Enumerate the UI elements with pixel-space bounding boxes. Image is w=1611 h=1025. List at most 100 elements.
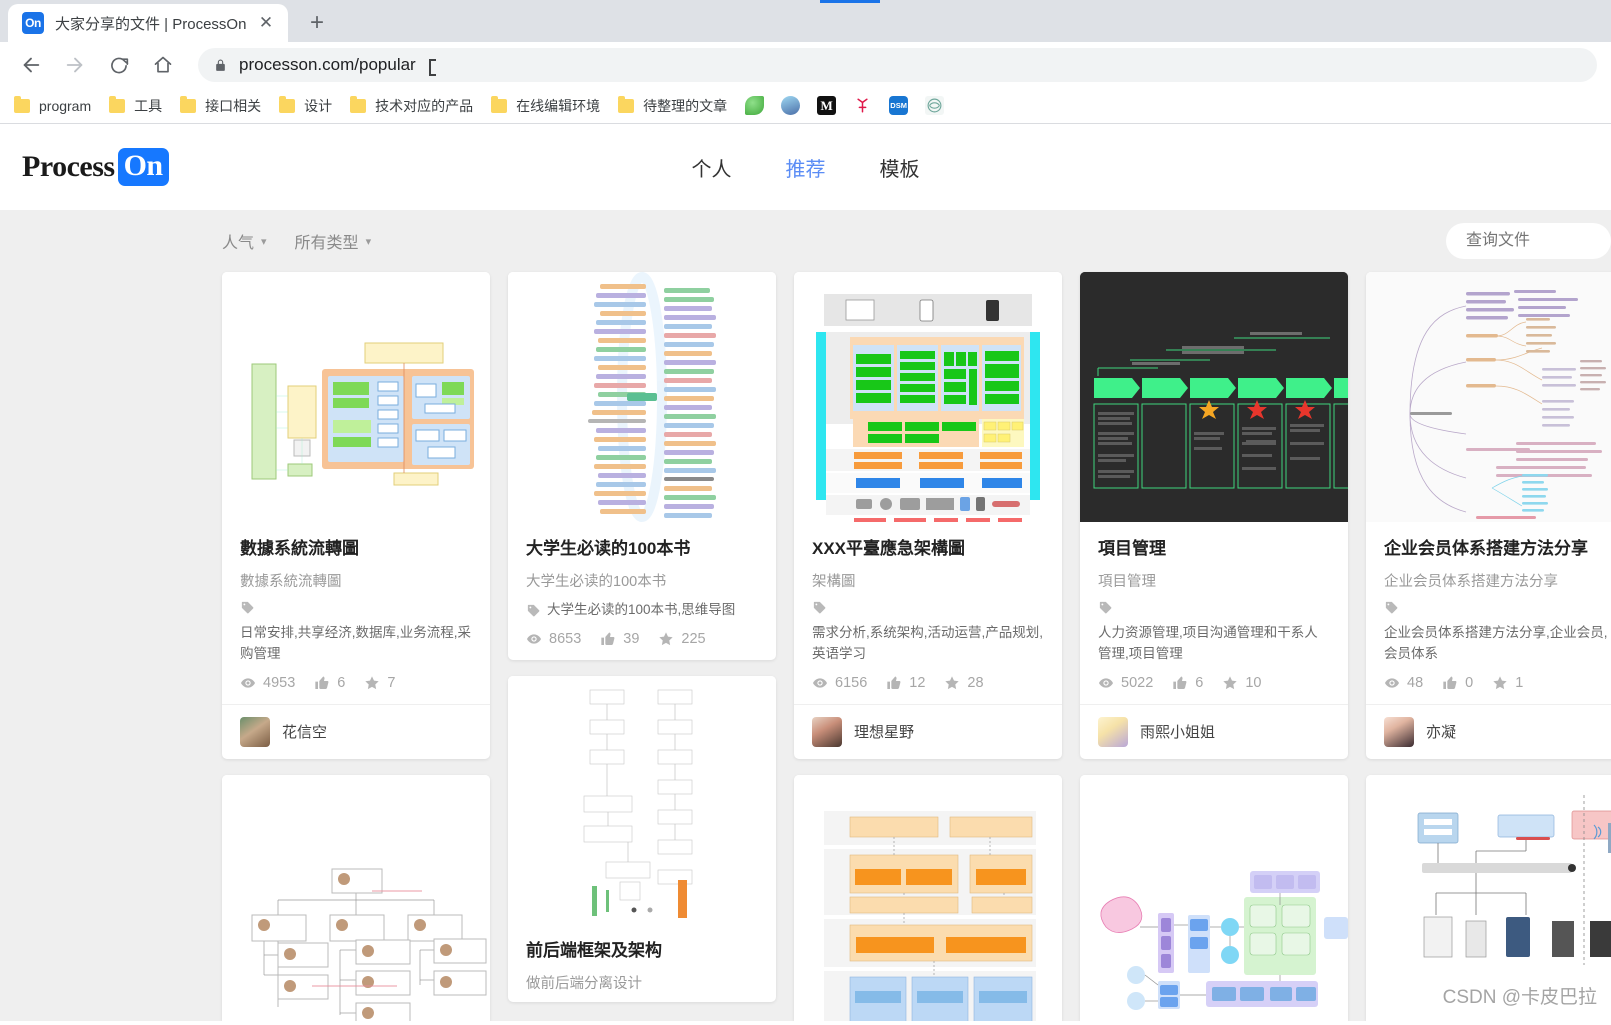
card-footer: 花信空	[222, 703, 490, 759]
file-card[interactable]: 大学生必读的100本书 大学生必读的100本书 大学生必读的100本书,思维导图	[508, 272, 776, 660]
card-stats: 5022 6 10	[1098, 675, 1330, 704]
card-thumbnail	[222, 272, 490, 522]
bookmark-item[interactable]: 设计	[279, 95, 332, 116]
card-title: 數據系統流轉圖	[240, 539, 359, 558]
card-author[interactable]: 雨熙小姐姐	[1140, 721, 1215, 742]
stat-stars: 225	[658, 631, 706, 647]
stars-count: 10	[1245, 674, 1262, 691]
card-author[interactable]: 亦凝	[1426, 721, 1456, 742]
grid-column: 數據系統流轉圖 數據系統流轉圖 日常安排,共享经济,数据库,业务流程,采购管理 …	[222, 272, 490, 1021]
stat-views: 8653	[526, 631, 581, 647]
reload-icon[interactable]	[102, 48, 136, 82]
close-icon[interactable]: ✕	[254, 11, 278, 35]
card-footer: 理想星野	[794, 703, 1062, 759]
avatar	[1098, 716, 1128, 747]
file-card[interactable]: XXX平臺應急架構圖 架構圖 需求分析,系统架构,活动运营,产品规划,英语学习 …	[794, 272, 1062, 759]
card-author[interactable]: 理想星野	[854, 721, 914, 742]
likes-count: 6	[337, 674, 346, 691]
file-card[interactable]	[1366, 774, 1611, 1021]
file-card[interactable]: 項目管理 項目管理 人力资源管理,项目沟通管理和干系人管理,项目管理 5022	[1080, 272, 1348, 759]
card-stats: 8653 39 225	[526, 631, 758, 660]
file-card[interactable]: 企业会员体系搭建方法分享 企业会员体系搭建方法分享 企业会员体系搭建方法分享,企…	[1366, 272, 1611, 759]
card-thumbnail	[222, 774, 490, 1021]
stat-likes: 39	[600, 631, 639, 647]
leaf-icon[interactable]	[745, 96, 765, 115]
card-body: XXX平臺應急架構圖 架構圖 需求分析,系统架构,活动运营,产品规划,英语学习 …	[794, 522, 1062, 704]
filter-popularity[interactable]: 人气 ▾	[222, 229, 267, 253]
card-footer: 雨熙小姐姐	[1080, 703, 1348, 759]
bookmark-label: 工具	[134, 97, 163, 114]
thumbs-up-icon	[1173, 676, 1187, 689]
nav-item-template[interactable]: 模板	[880, 153, 920, 182]
file-card[interactable]	[1080, 774, 1348, 1021]
folder-icon	[618, 95, 635, 113]
chevron-down-icon: ▾	[365, 235, 372, 248]
card-body: 大学生必读的100本书 大学生必读的100本书 大学生必读的100本书,思维导图	[508, 522, 776, 660]
card-tags-text: 人力资源管理,项目沟通管理和干系人管理,项目管理	[1098, 625, 1318, 661]
processon-favicon: On	[22, 12, 44, 34]
forward-arrow-icon[interactable]	[58, 48, 92, 82]
stat-stars: 28	[944, 674, 984, 691]
search-box[interactable]	[1446, 223, 1611, 259]
address-bar[interactable]: processon.com/popular	[198, 48, 1597, 82]
browser-toolbar: processon.com/popular	[0, 42, 1611, 88]
avatar	[812, 716, 842, 747]
card-thumbnail	[794, 774, 1062, 1021]
stat-views: 5022	[1098, 675, 1153, 691]
card-author[interactable]: 花信空	[282, 721, 327, 742]
folder-icon	[14, 95, 30, 113]
antenna-icon[interactable]	[853, 96, 873, 115]
back-arrow-icon[interactable]	[14, 48, 48, 82]
dsm-icon[interactable]: DSM	[889, 96, 909, 115]
card-stats: 6156 12 28	[812, 675, 1044, 704]
processon-logo[interactable]: Process On	[22, 148, 169, 186]
bookmarks-bar: program 工具 接口相关 设计 技术对应的产品 在线编辑环境 待整理的文章…	[0, 88, 1611, 124]
card-thumbnail	[1366, 272, 1611, 522]
file-card[interactable]: 數據系統流轉圖 數據系統流轉圖 日常安排,共享经济,数据库,业务流程,采购管理 …	[222, 272, 490, 759]
bookmark-item[interactable]: 待整理的文章	[618, 95, 727, 116]
views-count: 6156	[835, 674, 868, 691]
card-title: 前后端框架及架构	[526, 940, 662, 960]
nav-item-recommend[interactable]: 推荐	[786, 153, 826, 182]
likes-count: 39	[623, 630, 640, 647]
eye-icon	[813, 678, 827, 688]
card-body: 數據系統流轉圖 數據系統流轉圖 日常安排,共享经济,数据库,业务流程,采购管理 …	[222, 522, 490, 704]
home-icon[interactable]	[146, 48, 180, 82]
bookmark-item[interactable]: 在线编辑环境	[491, 95, 600, 116]
tag-icon	[1384, 600, 1611, 615]
card-tags: 大学生必读的100本书,思维导图	[526, 600, 758, 621]
bookmark-item[interactable]: program	[14, 95, 92, 114]
card-thumbnail	[794, 272, 1062, 522]
filter-bar: 人气 ▾ 所有类型 ▾	[0, 210, 1611, 272]
chatgpt-icon[interactable]	[925, 96, 945, 115]
filter-popularity-label: 人气	[222, 235, 255, 252]
file-card[interactable]: 前后端框架及架构 做前后端分离设计	[508, 675, 776, 1002]
avatar-icon[interactable]	[781, 96, 801, 115]
bookmark-item[interactable]: 工具	[109, 95, 163, 116]
filter-type[interactable]: 所有类型 ▾	[295, 229, 372, 253]
folder-icon	[350, 95, 367, 113]
tab-title: 大家分享的文件 | ProcessOn	[55, 15, 247, 33]
file-card[interactable]	[794, 774, 1062, 1021]
search-input[interactable]	[1464, 231, 1593, 251]
nav-item-personal[interactable]: 个人	[692, 153, 732, 182]
medium-icon[interactable]: M	[817, 96, 837, 115]
file-card[interactable]	[222, 774, 490, 1021]
card-body: 企业会员体系搭建方法分享 企业会员体系搭建方法分享 企业会员体系搭建方法分享,企…	[1366, 522, 1611, 704]
card-tags-text: 大学生必读的100本书,思维导图	[547, 602, 736, 617]
tag-icon	[526, 603, 541, 618]
stat-stars: 10	[1222, 675, 1261, 691]
bookmark-item[interactable]: 接口相关	[180, 95, 261, 116]
card-description: 企业会员体系搭建方法分享	[1384, 574, 1558, 590]
stat-likes: 0	[1442, 675, 1473, 691]
new-tab-button[interactable]: +	[302, 8, 332, 38]
bookmark-item[interactable]: 技术对应的产品	[350, 95, 473, 116]
browser-tab[interactable]: On 大家分享的文件 | ProcessOn ✕	[8, 4, 288, 42]
filter-type-label: 所有类型	[294, 235, 359, 252]
bookmark-label: program	[39, 97, 92, 114]
tag-icon	[1098, 600, 1330, 615]
stars-count: 28	[967, 674, 984, 691]
avatar	[240, 716, 270, 747]
stars-count: 1	[1515, 674, 1524, 691]
site-header: Process On 个人 推荐 模板	[0, 124, 1611, 210]
